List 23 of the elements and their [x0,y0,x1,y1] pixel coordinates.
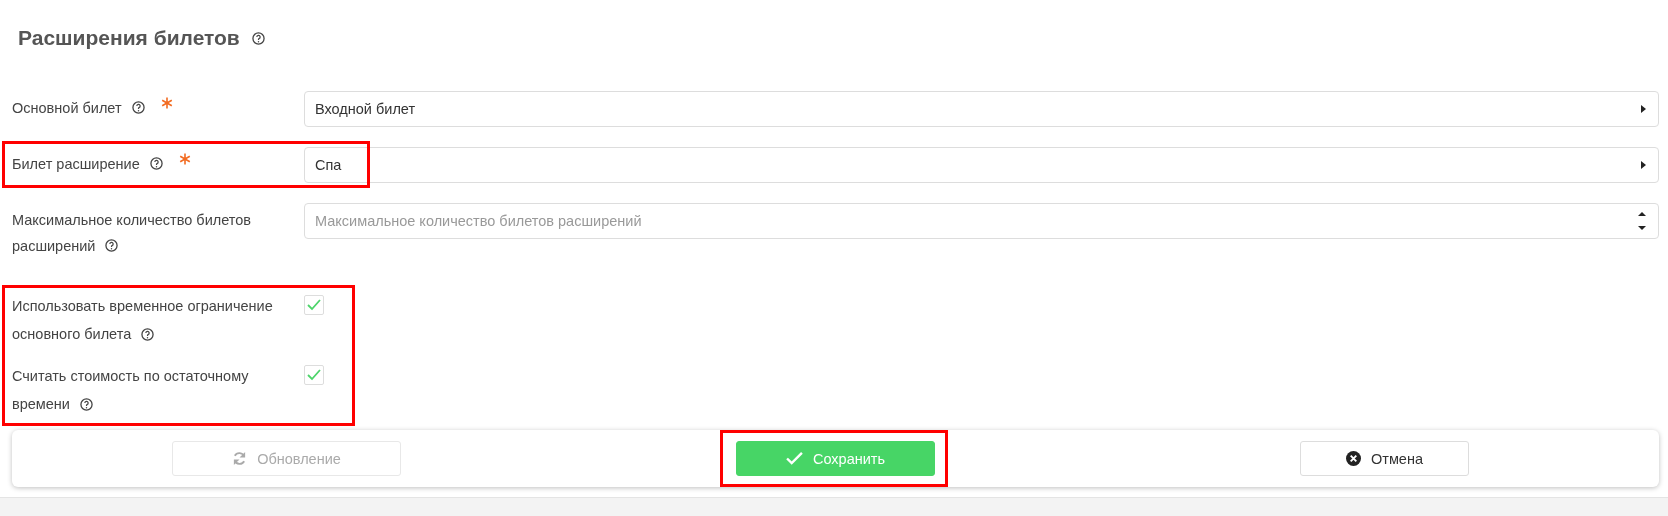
help-icon[interactable] [105,239,119,252]
spinner-icon[interactable] [1638,211,1646,231]
refresh-icon [232,451,248,466]
select-field[interactable]: Спа [304,147,1659,183]
help-icon[interactable] [131,101,145,114]
cancel-button[interactable]: Отмена [1300,441,1469,476]
close-icon [1346,451,1361,466]
caret-icon [1641,161,1646,169]
field-label: Билет расширение [12,151,163,177]
field-label: Максимальное количество билетов расширений [12,211,253,256]
caret-icon [1641,105,1646,113]
select-field[interactable]: Входной билет [304,91,1659,127]
checkbox[interactable] [304,295,324,315]
help-icon[interactable] [251,31,265,45]
help-icon[interactable] [141,328,155,341]
field-label: Основной билет [12,95,145,121]
page-title: Расширения билетов [18,26,240,50]
checkbox[interactable] [304,365,324,385]
check-icon [785,452,803,465]
checkbox-label: Считать стоимость по остаточному времени [12,367,250,414]
checkbox-label: Использовать временное ограничение основного билета [12,297,274,344]
help-icon[interactable] [80,398,93,411]
help-icon[interactable] [149,157,163,170]
